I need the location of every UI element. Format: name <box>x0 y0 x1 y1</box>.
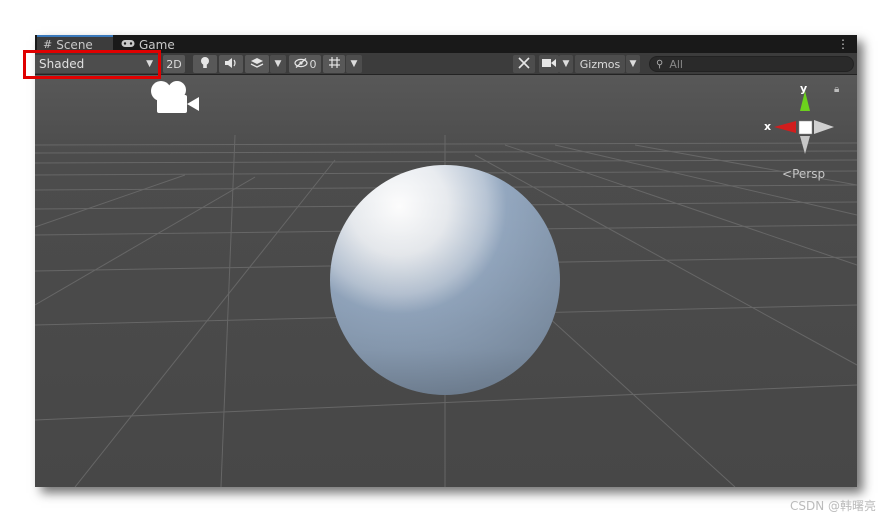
grid-toggle-button[interactable] <box>323 55 345 73</box>
gizmo-center <box>798 120 813 135</box>
camera-dropdown-button[interactable]: ▼ <box>559 55 573 73</box>
hidden-objects-button[interactable]: 0 <box>289 55 321 73</box>
gizmos-label: Gizmos <box>579 57 621 71</box>
tab-scene[interactable]: # Scene <box>37 35 113 53</box>
lightbulb-icon <box>200 56 210 72</box>
effects-dropdown-button[interactable]: ▼ <box>270 55 286 73</box>
search-placeholder: All <box>669 57 683 71</box>
gizmo-y-label: y <box>800 82 808 95</box>
scene-viewport[interactable] <box>35 75 857 487</box>
camera-settings-button[interactable] <box>539 55 559 73</box>
tools-icon <box>517 56 531 73</box>
chevron-down-icon: ▼ <box>146 59 153 69</box>
eye-slash-icon <box>293 57 308 71</box>
search-input[interactable]: ⚲ All <box>649 56 854 72</box>
gizmo-x-label: x <box>764 120 772 133</box>
x-axis-cone <box>774 121 796 133</box>
tab-bar: # Scene Game ⋮ <box>35 35 857 53</box>
gamepad-icon <box>121 37 135 53</box>
projection-label: Persp <box>792 167 826 181</box>
more-options-icon[interactable]: ⋮ <box>837 36 849 52</box>
grid-icon <box>328 56 341 72</box>
gizmos-button[interactable]: Gizmos <box>575 55 625 73</box>
lighting-toggle-button[interactable] <box>193 55 217 73</box>
scene-camera-icon <box>149 79 201 119</box>
scene-window: # Scene Game ⋮ Shaded ▼ 2D ▼ 0 ▼ ▼ Gizmo… <box>35 35 857 487</box>
layers-icon <box>250 57 264 72</box>
draw-mode-dropdown[interactable]: Shaded ▼ <box>35 55 159 73</box>
chevron-down-icon: ▼ <box>562 59 570 69</box>
audio-toggle-button[interactable] <box>219 55 243 73</box>
tools-button[interactable] <box>513 55 535 73</box>
tab-game[interactable]: Game <box>115 37 179 53</box>
hash-icon: # <box>43 38 53 51</box>
scene-toolbar: Shaded ▼ 2D ▼ 0 ▼ ▼ Gizmos ▼ ⚲ All <box>35 53 857 75</box>
z-axis-cone <box>814 120 834 134</box>
effects-toggle-button[interactable] <box>245 55 269 73</box>
lock-icon[interactable]: 🔒︎ <box>834 84 839 95</box>
search-icon: ⚲ <box>656 58 664 70</box>
grid-dropdown-button[interactable]: ▼ <box>346 55 362 73</box>
hidden-count: 0 <box>309 57 317 71</box>
speaker-icon <box>224 57 238 72</box>
gizmos-dropdown-button[interactable]: ▼ <box>626 55 640 73</box>
tab-game-label: Game <box>139 38 175 52</box>
scene-grid <box>35 75 857 487</box>
draw-mode-value: Shaded <box>39 57 85 71</box>
persp-icon: < <box>782 167 793 181</box>
chevron-down-icon: ▼ <box>629 59 637 69</box>
neg-y-cone <box>800 136 810 154</box>
chevron-down-icon: ▼ <box>350 59 358 69</box>
projection-toggle[interactable]: <Persp <box>782 167 825 181</box>
camera-icon <box>542 58 556 71</box>
orientation-gizmo[interactable] <box>762 84 842 159</box>
watermark: CSDN @韩曙亮 <box>789 499 876 513</box>
tab-scene-label: Scene <box>56 38 93 52</box>
toggle-2d-label: 2D <box>166 57 182 71</box>
chevron-down-icon: ▼ <box>274 59 282 69</box>
toggle-2d-button[interactable]: 2D <box>163 55 185 73</box>
